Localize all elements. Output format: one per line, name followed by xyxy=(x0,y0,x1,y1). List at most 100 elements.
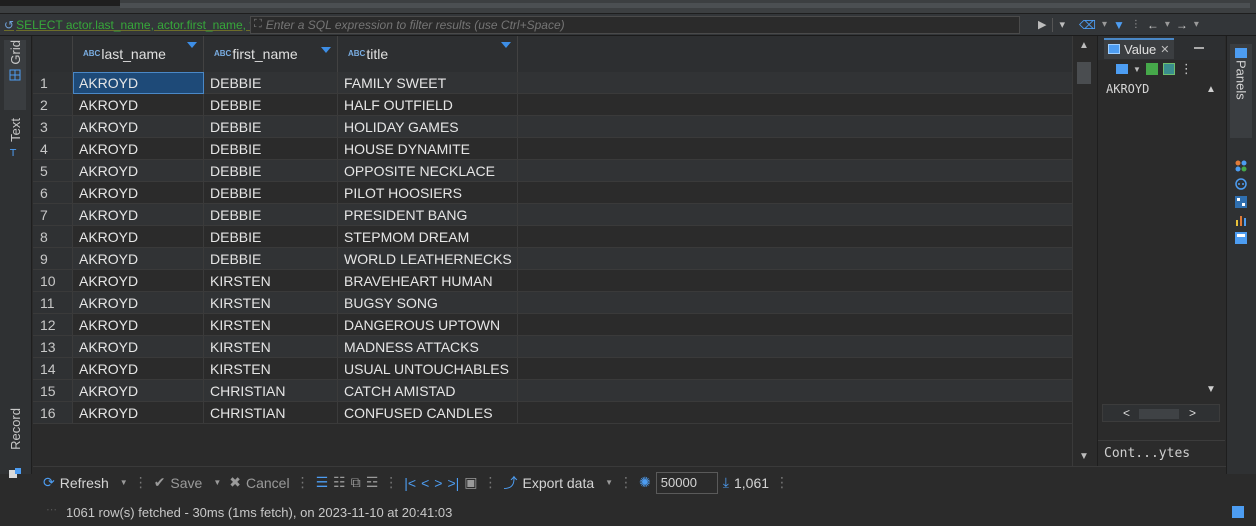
editor-scroll-bar[interactable] xyxy=(120,3,1250,8)
cell-title[interactable]: STEPMOM DREAM xyxy=(338,226,518,248)
cell-last-name[interactable]: AKROYD xyxy=(73,72,204,94)
chart-icon[interactable] xyxy=(1235,214,1247,226)
edit-row-icon[interactable]: ☰ xyxy=(316,474,329,491)
cell-title[interactable]: USUAL UNTOUCHABLES xyxy=(338,358,518,380)
row-number-cell[interactable]: 3 xyxy=(33,116,73,138)
row-number-cell[interactable]: 12 xyxy=(33,314,73,336)
table-row[interactable]: 2 AKROYD DEBBIE HALF OUTFIELD xyxy=(33,94,1072,116)
column-header-last-name[interactable]: ABC last_name xyxy=(73,36,204,72)
cell-last-name[interactable]: AKROYD xyxy=(73,248,204,270)
cell-first-name[interactable]: DEBBIE xyxy=(204,72,338,94)
cell-value-text[interactable]: AKROYD xyxy=(1106,82,1149,96)
cell-title[interactable]: DANGEROUS UPTOWN xyxy=(338,314,518,336)
cell-last-name[interactable]: AKROYD xyxy=(73,204,204,226)
filter-expression-input[interactable] xyxy=(265,17,966,32)
cell-last-name[interactable]: AKROYD xyxy=(73,292,204,314)
cell-first-name[interactable]: DEBBIE xyxy=(204,94,338,116)
cell-first-name[interactable]: KIRSTEN xyxy=(204,292,338,314)
cell-title[interactable]: BUGSY SONG xyxy=(338,292,518,314)
table-row[interactable]: 15 AKROYD CHRISTIAN CATCH AMISTAD xyxy=(33,380,1072,402)
calculator-icon[interactable] xyxy=(1235,178,1247,190)
save-button[interactable]: ✔ Save ▼ xyxy=(150,474,226,491)
row-number-cell[interactable]: 5 xyxy=(33,160,73,182)
table-row[interactable]: 7 AKROYD DEBBIE PRESIDENT BANG xyxy=(33,204,1072,226)
cell-title[interactable]: HALF OUTFIELD xyxy=(338,94,518,116)
cell-first-name[interactable]: DEBBIE xyxy=(204,138,338,160)
cell-last-name[interactable]: AKROYD xyxy=(73,402,204,424)
scroll-left-icon[interactable]: < xyxy=(1123,406,1130,420)
row-number-cell[interactable]: 7 xyxy=(33,204,73,226)
cell-last-name[interactable]: AKROYD xyxy=(73,116,204,138)
sort-arrow-icon[interactable] xyxy=(501,42,511,48)
cell-first-name[interactable]: DEBBIE xyxy=(204,116,338,138)
row-count-icon[interactable]: ⤓ xyxy=(723,474,729,491)
cell-first-name[interactable]: DEBBIE xyxy=(204,182,338,204)
column-header-title[interactable]: ABC title xyxy=(338,36,518,72)
eraser-icon[interactable]: ⌫ xyxy=(1079,18,1096,32)
chevron-up-icon[interactable]: ▲ xyxy=(1206,84,1216,95)
sort-arrow-icon[interactable] xyxy=(187,42,197,48)
cell-first-name[interactable]: CHRISTIAN xyxy=(204,402,338,424)
cell-first-name[interactable]: CHRISTIAN xyxy=(204,380,338,402)
cell-last-name[interactable]: AKROYD xyxy=(73,270,204,292)
fetch-all-icon[interactable]: ▣ xyxy=(464,474,477,491)
row-number-cell[interactable]: 4 xyxy=(33,138,73,160)
content-viewer-icon[interactable] xyxy=(1116,64,1128,74)
cell-title[interactable]: HOUSE DYNAMITE xyxy=(338,138,518,160)
table-row[interactable]: 4 AKROYD DEBBIE HOUSE DYNAMITE xyxy=(33,138,1072,160)
cell-first-name[interactable]: KIRSTEN xyxy=(204,270,338,292)
row-number-cell[interactable]: 14 xyxy=(33,358,73,380)
record-mode-icon[interactable] xyxy=(8,468,22,480)
chevron-down-icon[interactable]: ▼ xyxy=(213,478,221,487)
tab-panels[interactable]: Panels xyxy=(1230,44,1252,138)
value-horizontal-scrollbar[interactable]: < > xyxy=(1102,404,1220,422)
scroll-down-icon[interactable]: ▼ xyxy=(1079,451,1089,462)
last-page-icon[interactable]: >| xyxy=(447,475,459,491)
sort-arrow-icon[interactable] xyxy=(321,47,331,53)
cell-last-name[interactable]: AKROYD xyxy=(73,226,204,248)
chevron-down-icon[interactable]: ▼ xyxy=(120,478,128,487)
cell-first-name[interactable]: DEBBIE xyxy=(204,248,338,270)
cell-title[interactable]: PRESIDENT BANG xyxy=(338,204,518,226)
row-number-cell[interactable]: 2 xyxy=(33,94,73,116)
scroll-thumb[interactable] xyxy=(1077,62,1091,84)
cell-first-name[interactable]: DEBBIE xyxy=(204,204,338,226)
back-arrow-icon[interactable]: ← xyxy=(1147,18,1159,32)
expand-icon[interactable]: ⛶ xyxy=(254,18,262,31)
cell-last-name[interactable]: AKROYD xyxy=(73,94,204,116)
first-page-icon[interactable]: |< xyxy=(404,475,416,491)
cancel-button[interactable]: ✖ Cancel xyxy=(225,474,293,491)
row-number-cell[interactable]: 1 xyxy=(33,72,73,94)
metadata-icon[interactable] xyxy=(1235,160,1247,172)
filter-history-icon[interactable]: ▾ xyxy=(1059,18,1065,31)
chevron-down-icon[interactable]: ▼ xyxy=(1206,384,1216,395)
table-row[interactable]: 9 AKROYD DEBBIE WORLD LEATHERNECKS xyxy=(33,248,1072,270)
cell-first-name[interactable]: KIRSTEN xyxy=(204,336,338,358)
close-icon[interactable]: ✕ xyxy=(1160,43,1169,56)
cell-last-name[interactable]: AKROYD xyxy=(73,358,204,380)
row-number-cell[interactable]: 13 xyxy=(33,336,73,358)
cell-first-name[interactable]: DEBBIE xyxy=(204,226,338,248)
more-icon[interactable]: ⋮ xyxy=(1131,19,1141,30)
tab-grid[interactable]: Grid xyxy=(4,40,26,110)
filter-input-box[interactable]: ⛶ xyxy=(250,15,1020,34)
row-number-cell[interactable]: 16 xyxy=(33,402,73,424)
table-row[interactable]: 10 AKROYD KIRSTEN BRAVEHEART HUMAN xyxy=(33,270,1072,292)
cell-first-name[interactable]: KIRSTEN xyxy=(204,314,338,336)
row-number-cell[interactable]: 9 xyxy=(33,248,73,270)
scroll-right-icon[interactable]: > xyxy=(1189,406,1196,420)
forward-arrow-icon[interactable]: → xyxy=(1176,18,1188,32)
gear-icon[interactable]: ✺ xyxy=(639,474,651,491)
row-number-header[interactable] xyxy=(33,36,73,72)
table-row[interactable]: 11 AKROYD KIRSTEN BUGSY SONG xyxy=(33,292,1072,314)
table-row[interactable]: 5 AKROYD DEBBIE OPPOSITE NECKLACE xyxy=(33,160,1072,182)
cell-last-name[interactable]: AKROYD xyxy=(73,314,204,336)
tab-record[interactable]: Record xyxy=(4,408,26,472)
export-data-button[interactable]: ⤴ Export data ▼ xyxy=(500,473,618,493)
column-header-first-name[interactable]: ABC first_name xyxy=(204,36,338,72)
copy-row-icon[interactable]: ⧉ xyxy=(351,474,361,491)
grouping-icon[interactable] xyxy=(1235,232,1247,244)
references-icon[interactable] xyxy=(1235,196,1247,208)
panels-toggle-icon[interactable] xyxy=(1232,506,1244,518)
cell-title[interactable]: BRAVEHEART HUMAN xyxy=(338,270,518,292)
